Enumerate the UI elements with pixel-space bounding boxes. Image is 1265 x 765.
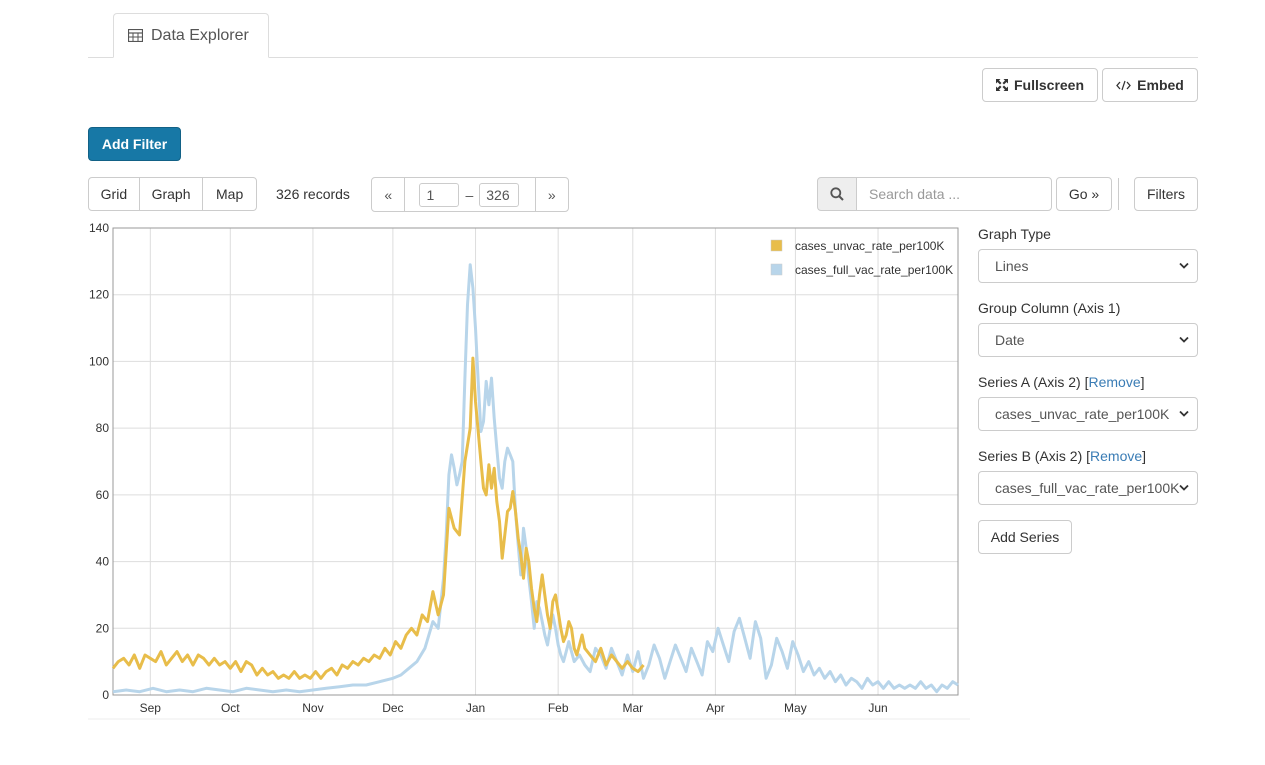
group-column-value: Date [995,332,1025,348]
chart-series [111,263,959,694]
legend-label: cases_full_vac_rate_per100K [795,263,953,277]
x-tick-label: Feb [548,701,569,715]
group-column-label: Group Column (Axis 1) [978,300,1121,316]
x-tick-label: Jan [466,701,485,715]
y-tick-label: 0 [102,688,109,702]
x-tick-label: Oct [221,701,240,715]
series-a-label: Series A (Axis 2) [Remove] [978,374,1145,390]
chevron-down-icon [1179,262,1189,269]
graph-type-value: Lines [995,258,1029,274]
chevron-down-icon [1179,336,1189,343]
x-tick-label: Nov [302,701,323,715]
graph-type-select[interactable]: Lines [978,249,1198,283]
y-tick-label: 80 [96,421,110,435]
series-a-remove-link[interactable]: Remove [1088,374,1140,390]
series-b-label-text: Series B (Axis 2) [ [978,448,1091,464]
y-tick-label: 20 [96,621,110,635]
series-b-label: Series B (Axis 2) [Remove] [978,448,1146,464]
legend-swatch [770,239,783,252]
add-series-label: Add Series [990,529,1060,545]
legend-swatch [770,263,783,276]
x-tick-label: Mar [622,701,643,715]
y-tick-label: 100 [89,354,109,368]
series-b-select[interactable]: cases_full_vac_rate_per100K [978,471,1198,505]
y-tick-label: 40 [96,555,110,569]
graph-type-label: Graph Type [978,226,1051,242]
series-a-label-close: ] [1140,374,1145,390]
series-a-label-text: Series A (Axis 2) [ [978,374,1089,390]
series-line [112,263,959,694]
chevron-down-icon [1179,484,1189,491]
chart-legend: cases_unvac_rate_per100K cases_full_vac_r… [770,239,953,277]
x-tick-label: Dec [382,701,403,715]
series-b-remove-link[interactable]: Remove [1090,448,1142,464]
chevron-down-icon [1179,410,1189,417]
add-series-button[interactable]: Add Series [978,520,1072,554]
x-tick-label: Apr [706,701,725,715]
group-column-select[interactable]: Date [978,323,1198,357]
x-tick-label: Jun [868,701,887,715]
legend-label: cases_unvac_rate_per100K [795,239,944,253]
y-tick-label: 140 [89,221,109,235]
series-a-value: cases_unvac_rate_per100K [995,406,1170,422]
x-tick-label: May [784,701,807,715]
series-b-value: cases_full_vac_rate_per100K [995,480,1180,496]
x-tick-label: Sep [140,701,162,715]
y-tick-label: 60 [96,488,110,502]
series-a-select[interactable]: cases_unvac_rate_per100K [978,397,1198,431]
series-b-label-close: ] [1142,448,1147,464]
series-line [111,356,645,680]
y-tick-label: 120 [89,288,109,302]
